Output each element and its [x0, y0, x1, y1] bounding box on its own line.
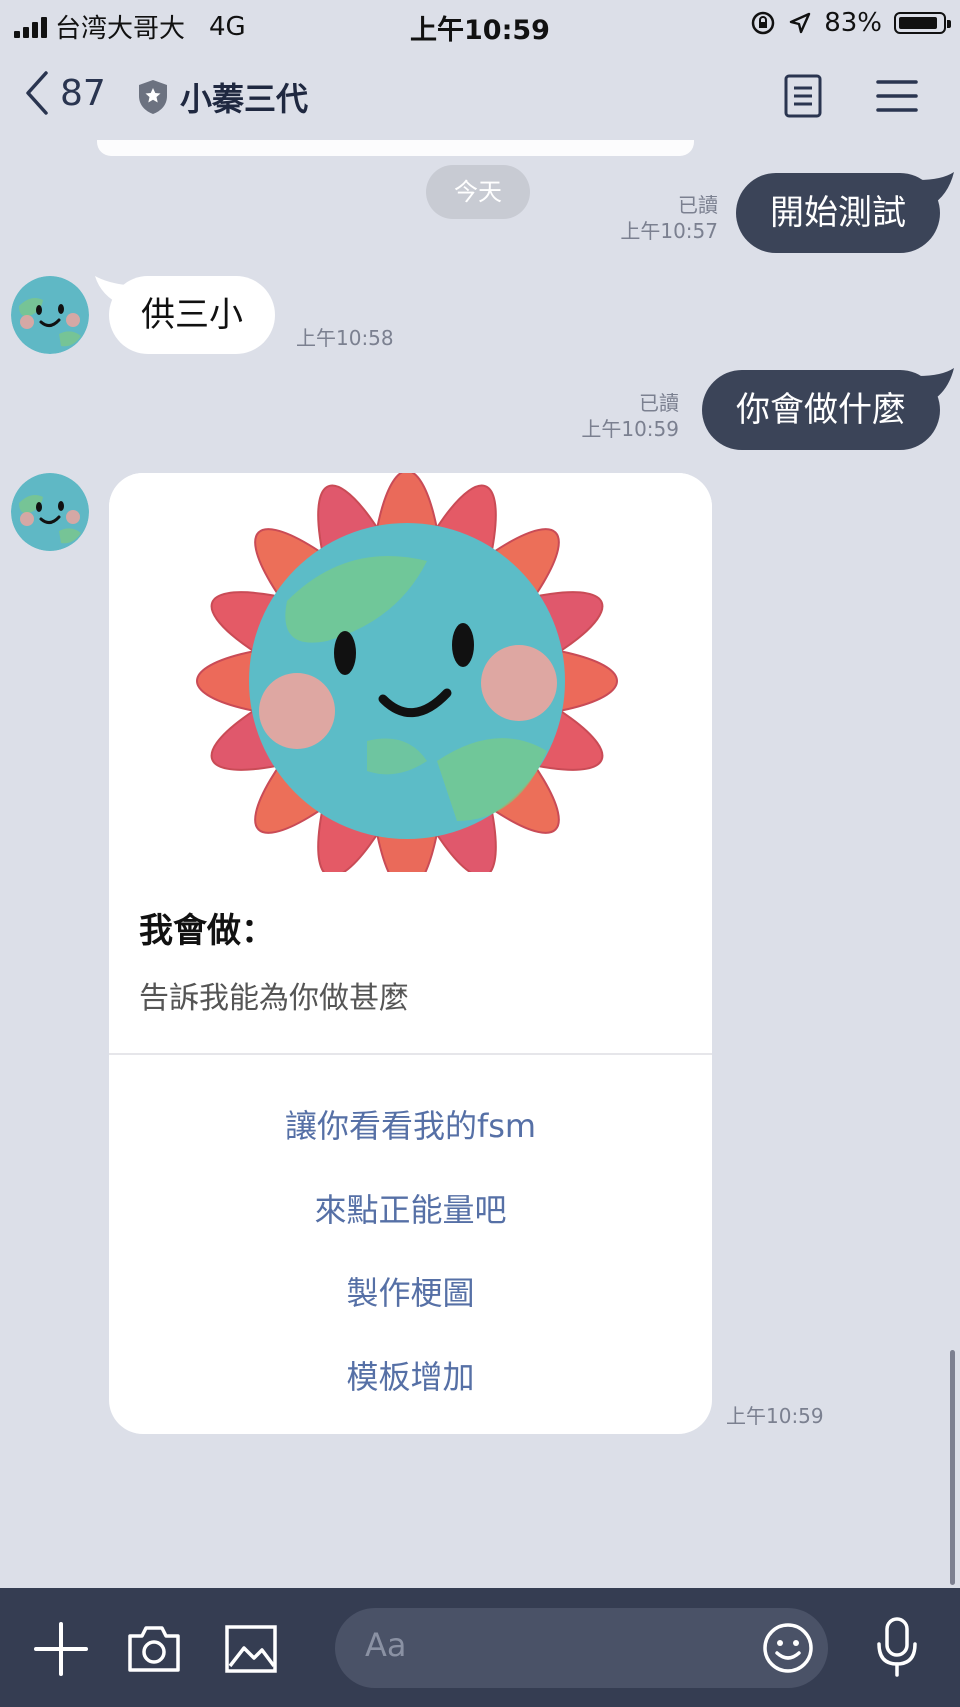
card-title: 我會做：	[139, 911, 275, 951]
read-receipt: 已讀	[678, 193, 718, 217]
menu-icon[interactable]	[876, 78, 918, 114]
chat-header: 87 小蓁三代	[0, 48, 960, 148]
bubble-tail	[918, 172, 954, 206]
chat-title-label: 小蓁三代	[180, 80, 309, 118]
input-placeholder: Aa	[365, 1626, 407, 1664]
earth-face-icon	[11, 473, 89, 551]
status-bar: 台湾大哥大 4G 上午10:59 83%	[0, 0, 960, 48]
card-action-add-template[interactable]: 模板增加	[109, 1352, 712, 1398]
earth-face-icon	[11, 276, 89, 354]
image-icon[interactable]	[224, 1624, 278, 1674]
date-divider: 今天	[426, 165, 530, 219]
message-time: 上午10:59	[726, 1404, 824, 1428]
message-time: 上午10:57	[620, 219, 718, 243]
plus-icon[interactable]	[34, 1622, 88, 1676]
message-time: 上午10:58	[296, 326, 394, 350]
card-action-fsm[interactable]: 讓你看看我的fsm	[109, 1101, 712, 1147]
card-image	[109, 473, 712, 892]
rotation-lock-icon	[751, 11, 775, 35]
read-receipt: 已讀	[639, 391, 679, 415]
official-shield-icon	[139, 80, 167, 114]
unread-count: 87	[60, 72, 106, 114]
message-input[interactable]: Aa	[335, 1608, 828, 1688]
chat-title[interactable]: 小蓁三代	[136, 74, 308, 120]
location-icon	[790, 12, 811, 34]
earth-flower-image	[196, 473, 618, 892]
message-bubble-outgoing[interactable]: 你會做什麼	[702, 370, 940, 450]
input-bar: Aa	[0, 1588, 960, 1707]
message-meta: 已讀 上午10:57	[620, 192, 718, 244]
notes-icon[interactable]	[784, 74, 822, 118]
message-bubble-incoming[interactable]: 供三小	[109, 276, 275, 354]
message-bubble-outgoing[interactable]: 開始測試	[736, 173, 940, 253]
microphone-icon[interactable]	[874, 1616, 920, 1678]
scrollbar[interactable]	[950, 1350, 955, 1585]
battery-icon	[894, 12, 951, 34]
message-meta: 已讀 上午10:59	[581, 390, 679, 442]
camera-icon[interactable]	[126, 1624, 182, 1674]
bubble-tail	[918, 368, 954, 402]
battery-percent: 83%	[824, 8, 882, 38]
avatar[interactable]	[11, 473, 89, 551]
card-divider	[109, 1053, 712, 1055]
back-button[interactable]: 87	[24, 70, 106, 116]
chevron-left-icon	[26, 71, 48, 115]
card-description: 告訴我能為你做甚麼	[139, 981, 409, 1016]
message-time: 上午10:59	[581, 417, 679, 441]
card-action-make-meme[interactable]: 製作梗圖	[109, 1268, 712, 1314]
template-message-card: 我會做： 告訴我能為你做甚麼 讓你看看我的fsm 來點正能量吧 製作梗圖 模板增…	[109, 473, 712, 1434]
card-action-positive-energy[interactable]: 來點正能量吧	[109, 1185, 712, 1231]
avatar[interactable]	[11, 276, 89, 354]
previous-message-edge	[97, 140, 694, 156]
emoji-icon[interactable]	[762, 1622, 814, 1674]
